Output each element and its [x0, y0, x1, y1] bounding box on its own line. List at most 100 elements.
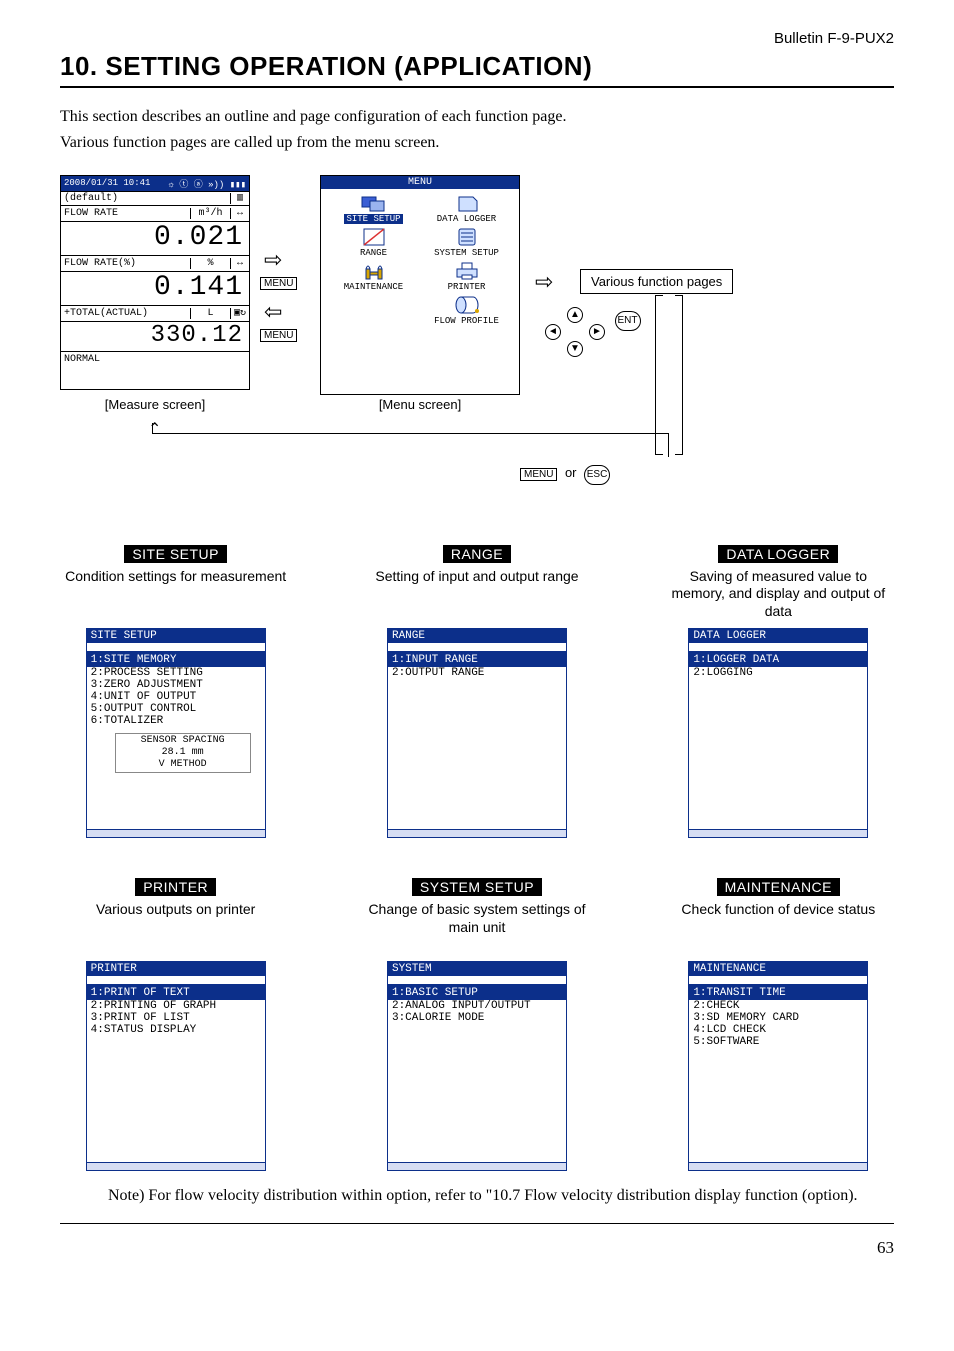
sel-data-logger[interactable]: 1:LOGGER DATA — [689, 653, 867, 667]
list-item[interactable]: 2:LOGGING — [689, 667, 867, 679]
arrow-right-icon: ⇨ — [264, 249, 282, 271]
lcd-printer: PRINTER 1:PRINT OF TEXT 2:PRINTING OF GR… — [86, 961, 266, 1171]
total-unit: L — [191, 308, 231, 319]
block-maintenance: MAINTENANCE Check function of device sta… — [663, 878, 894, 1171]
left-key[interactable]: ◄ — [545, 324, 561, 340]
list-item[interactable]: 2:OUTPUT RANGE — [388, 667, 566, 679]
list-item[interactable]: 6:TOTALIZER — [87, 715, 265, 727]
block-data-logger: DATA LOGGER Saving of measured value to … — [663, 545, 894, 839]
down-key[interactable]: ▼ — [567, 341, 583, 357]
menu-caption: [Menu screen] — [320, 397, 520, 412]
list-item[interactable]: 4:STATUS DISPLAY — [87, 1024, 265, 1036]
lcd-maintenance: MAINTENANCE 1:TRANSIT TIME 2:CHECK 3:SD … — [688, 961, 868, 1171]
menu-key[interactable]: MENU — [260, 277, 297, 290]
list-item[interactable]: 3:SD MEMORY CARD — [689, 1012, 867, 1024]
measure-caption: [Measure screen] — [60, 397, 250, 412]
list-item[interactable]: 2:ANALOG INPUT/OUTPUT — [388, 1000, 566, 1012]
sel-printer[interactable]: 1:PRINT OF TEXT — [87, 986, 265, 1000]
list-item[interactable]: 2:PRINTING OF GRAPH — [87, 1000, 265, 1012]
flow-rate-value: 0.021 — [61, 221, 249, 255]
up-key[interactable]: ▲ — [567, 307, 583, 323]
return-line-v1 — [152, 423, 153, 433]
desc-system-setup: Change of basic system settings of main … — [361, 901, 592, 953]
body-data-logger: 2:LOGGING — [689, 667, 867, 829]
menu-item-range[interactable]: RANGE — [327, 225, 420, 259]
ent-key[interactable]: ENT — [615, 311, 641, 331]
block-printer: PRINTER Various outputs on printer PRINT… — [60, 878, 291, 1171]
sd-icon: ▥ — [231, 192, 249, 204]
label-maintenance: MAINTENANCE — [717, 878, 840, 896]
hdr-data-logger: DATA LOGGER — [689, 629, 867, 643]
label-data-logger: DATA LOGGER — [718, 545, 838, 563]
top-diagram: 2008/01/31 10:41 ☼ ⓣ ⓐ »)) ▮▮▮ (default)… — [60, 175, 894, 505]
return-line — [152, 433, 668, 434]
list-item[interactable]: 3:PRINT OF LIST — [87, 1012, 265, 1024]
list-item[interactable]: 3:ZERO ADJUSTMENT — [87, 679, 265, 691]
body-maintenance: 2:CHECK 3:SD MEMORY CARD 4:LCD CHECK 5:S… — [689, 1000, 867, 1162]
right-key[interactable]: ► — [589, 324, 605, 340]
page-number: 63 — [60, 1238, 894, 1258]
function-screens-grid: SITE SETUP Condition settings for measur… — [60, 545, 894, 1172]
menu-item-system-setup[interactable]: SYSTEM SETUP — [420, 225, 513, 259]
menu-key-2[interactable]: MENU — [260, 329, 297, 342]
return-line-v2 — [668, 433, 669, 457]
measure-status: NORMAL — [61, 351, 249, 389]
menu-item-flow-profile[interactable]: FLOW PROFILE — [420, 293, 513, 327]
esc-key[interactable]: ESC — [584, 465, 610, 485]
desc-site-setup: Condition settings for measurement — [60, 568, 291, 620]
sensor-l1: SENSOR SPACING — [116, 735, 250, 747]
menu-item-data-logger[interactable]: DATA LOGGER — [420, 191, 513, 225]
body-range: 2:OUTPUT RANGE — [388, 667, 566, 829]
list-item[interactable]: 4:UNIT OF OUTPUT — [87, 691, 265, 703]
menu-screen: MENU SITE SETUP DATA LOGGER RANGE SYSTEM… — [320, 175, 520, 395]
menu-label-site-setup: SITE SETUP — [344, 214, 402, 224]
printer-icon — [453, 261, 481, 281]
range-icon — [360, 227, 388, 247]
hdr-printer: PRINTER — [87, 962, 265, 976]
menu-or-esc: MENU or ESC — [520, 465, 610, 485]
menu-item-maintenance[interactable]: MAINTENANCE — [327, 259, 420, 293]
list-item[interactable]: 5:OUTPUT CONTROL — [87, 703, 265, 715]
label-range: RANGE — [443, 545, 511, 563]
default-label: (default) — [61, 193, 231, 204]
rule-heavy — [60, 86, 894, 88]
sel-range[interactable]: 1:INPUT RANGE — [388, 653, 566, 667]
desc-range: Setting of input and output range — [361, 568, 592, 620]
menu-item-site-setup[interactable]: SITE SETUP — [327, 191, 420, 225]
lcd-site-setup: SITE SETUP 1:SITE MEMORY 2:PROCESS SETTI… — [86, 628, 266, 838]
list-item[interactable]: 4:LCD CHECK — [689, 1024, 867, 1036]
body-printer: 2:PRINTING OF GRAPH 3:PRINT OF LIST 4:ST… — [87, 1000, 265, 1162]
menu-item-printer[interactable]: PRINTER — [420, 259, 513, 293]
sel-site-setup[interactable]: 1:SITE MEMORY — [87, 653, 265, 667]
desc-printer: Various outputs on printer — [60, 901, 291, 953]
sel-maintenance[interactable]: 1:TRANSIT TIME — [689, 986, 867, 1000]
list-item[interactable]: 5:SOFTWARE — [689, 1036, 867, 1048]
menu-label-maintenance: MAINTENANCE — [342, 282, 405, 292]
total-label: +TOTAL(ACTUAL) — [61, 308, 191, 319]
bracket-right — [675, 295, 683, 455]
intro-line-2: Various function pages are called up fro… — [60, 132, 894, 154]
total-glyph: ▣↻ — [231, 307, 249, 319]
list-item[interactable]: 3:CALORIE MODE — [388, 1012, 566, 1024]
maintenance-icon — [360, 261, 388, 281]
data-logger-icon — [453, 193, 481, 213]
return-arrow-up-icon: ⌃ — [148, 419, 161, 439]
list-item[interactable]: 2:CHECK — [689, 1000, 867, 1012]
arrow-left-icon: ⇦ — [264, 301, 282, 323]
hdr-site-setup: SITE SETUP — [87, 629, 265, 643]
measure-datetime: 2008/01/31 10:41 — [64, 178, 150, 188]
desc-data-logger: Saving of measured value to memory, and … — [663, 568, 894, 621]
flow-rate-label: FLOW RATE — [61, 208, 191, 219]
list-item[interactable]: 2:PROCESS SETTING — [87, 667, 265, 679]
status-icons: ☼ ⓣ ⓐ »)) ▮▮▮ — [169, 177, 246, 190]
system-setup-icon — [453, 227, 481, 247]
sel-system-setup[interactable]: 1:BASIC SETUP — [388, 986, 566, 1000]
total-value: 330.12 — [61, 321, 249, 351]
menu-key-3[interactable]: MENU — [520, 468, 557, 481]
menu-label-flow-profile: FLOW PROFILE — [432, 316, 501, 326]
various-function-pages-box: Various function pages — [580, 269, 733, 294]
flow-rate-pct-label: FLOW RATE(%) — [61, 258, 191, 269]
bulletin-id: Bulletin F-9-PUX2 — [60, 30, 894, 47]
flow-rate-glyph: ↔ — [231, 208, 249, 219]
section-title: 10. SETTING OPERATION (APPLICATION) — [60, 51, 894, 82]
